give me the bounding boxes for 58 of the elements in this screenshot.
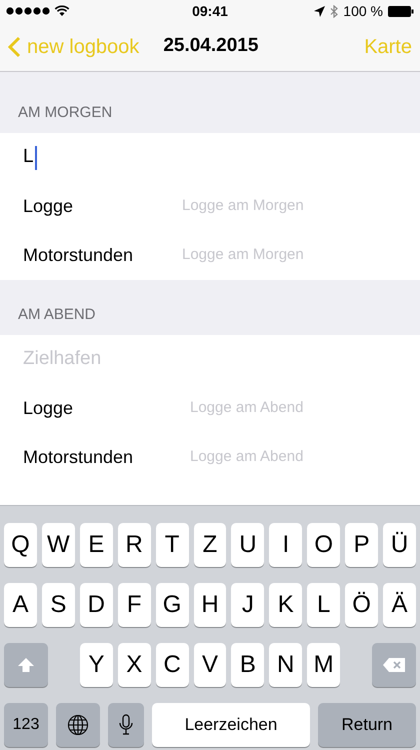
keyboard-key[interactable]: N bbox=[269, 643, 302, 687]
keyboard-key[interactable]: L bbox=[307, 583, 340, 627]
globe-icon bbox=[67, 714, 89, 736]
keyboard-key[interactable]: O bbox=[307, 523, 340, 567]
battery-percent: 100 % bbox=[343, 2, 383, 20]
keyboard-key[interactable]: E bbox=[80, 523, 113, 567]
keyboard-key[interactable]: Y bbox=[80, 643, 113, 687]
numbers-key[interactable]: 123 bbox=[4, 703, 48, 747]
signal-icon bbox=[6, 7, 50, 15]
field-label: Logge bbox=[23, 397, 74, 420]
keyboard-key[interactable]: F bbox=[118, 583, 151, 627]
keyboard-key[interactable]: J bbox=[231, 583, 264, 627]
keyboard-key[interactable]: U bbox=[231, 523, 264, 567]
section-header: AM ABEND bbox=[18, 304, 96, 324]
keyboard-key[interactable]: Ö bbox=[345, 583, 378, 627]
keyboard-key[interactable]: V bbox=[194, 643, 226, 687]
text-field[interactable]: L bbox=[23, 142, 420, 172]
input-field[interactable]: Logge am Morgen bbox=[182, 244, 420, 267]
wifi-icon bbox=[54, 5, 70, 17]
shift-arrow-icon bbox=[17, 657, 35, 673]
return-key[interactable]: Return bbox=[318, 703, 416, 747]
location-arrow-icon bbox=[314, 6, 326, 16]
microphone-key[interactable] bbox=[108, 703, 144, 747]
keyboard-key[interactable]: S bbox=[42, 583, 75, 627]
keyboard-key[interactable]: T bbox=[156, 523, 189, 567]
keyboard-key[interactable]: I bbox=[269, 523, 302, 567]
status-time: 09:41 bbox=[192, 2, 228, 20]
chevron-left-icon bbox=[8, 36, 21, 58]
nav-title: 25.04.2015 bbox=[163, 34, 258, 58]
keyboard-key[interactable]: R bbox=[118, 523, 151, 567]
globe-key[interactable] bbox=[56, 703, 100, 747]
keyboard-key[interactable]: Q bbox=[4, 523, 37, 567]
field-label: Motorstunden bbox=[23, 446, 134, 469]
keyboard-key[interactable]: P bbox=[345, 523, 378, 567]
section-header: AM MORGEN bbox=[18, 102, 112, 122]
keyboard-key[interactable]: G bbox=[156, 583, 189, 627]
keyboard-key[interactable]: M bbox=[307, 643, 340, 687]
input-field[interactable]: Logge am Abend bbox=[182, 397, 420, 420]
keyboard-key[interactable]: W bbox=[42, 523, 75, 567]
keyboard-key[interactable]: Ä bbox=[383, 583, 416, 627]
field-label: Logge bbox=[23, 195, 74, 218]
keyboard-key[interactable]: Ü bbox=[383, 523, 416, 567]
input-field[interactable]: Logge am Morgen bbox=[182, 195, 420, 218]
bluetooth-icon bbox=[330, 4, 338, 18]
keyboard-key[interactable]: D bbox=[80, 583, 113, 627]
backspace-icon bbox=[382, 657, 406, 673]
field-label: Motorstunden bbox=[23, 244, 134, 267]
input-field[interactable]: Logge am Abend bbox=[182, 446, 420, 469]
battery-icon bbox=[388, 6, 414, 16]
keyboard-key[interactable]: B bbox=[231, 643, 264, 687]
keyboard-key[interactable]: Z bbox=[194, 523, 226, 567]
space-key[interactable]: Leerzeichen bbox=[152, 703, 310, 747]
keyboard-key[interactable]: A bbox=[4, 583, 37, 627]
keyboard-key[interactable]: C bbox=[156, 643, 189, 687]
keyboard-key[interactable]: H bbox=[194, 583, 226, 627]
keyboard-key[interactable]: K bbox=[269, 583, 302, 627]
keyboard-key[interactable]: X bbox=[118, 643, 151, 687]
microphone-icon bbox=[119, 714, 133, 736]
